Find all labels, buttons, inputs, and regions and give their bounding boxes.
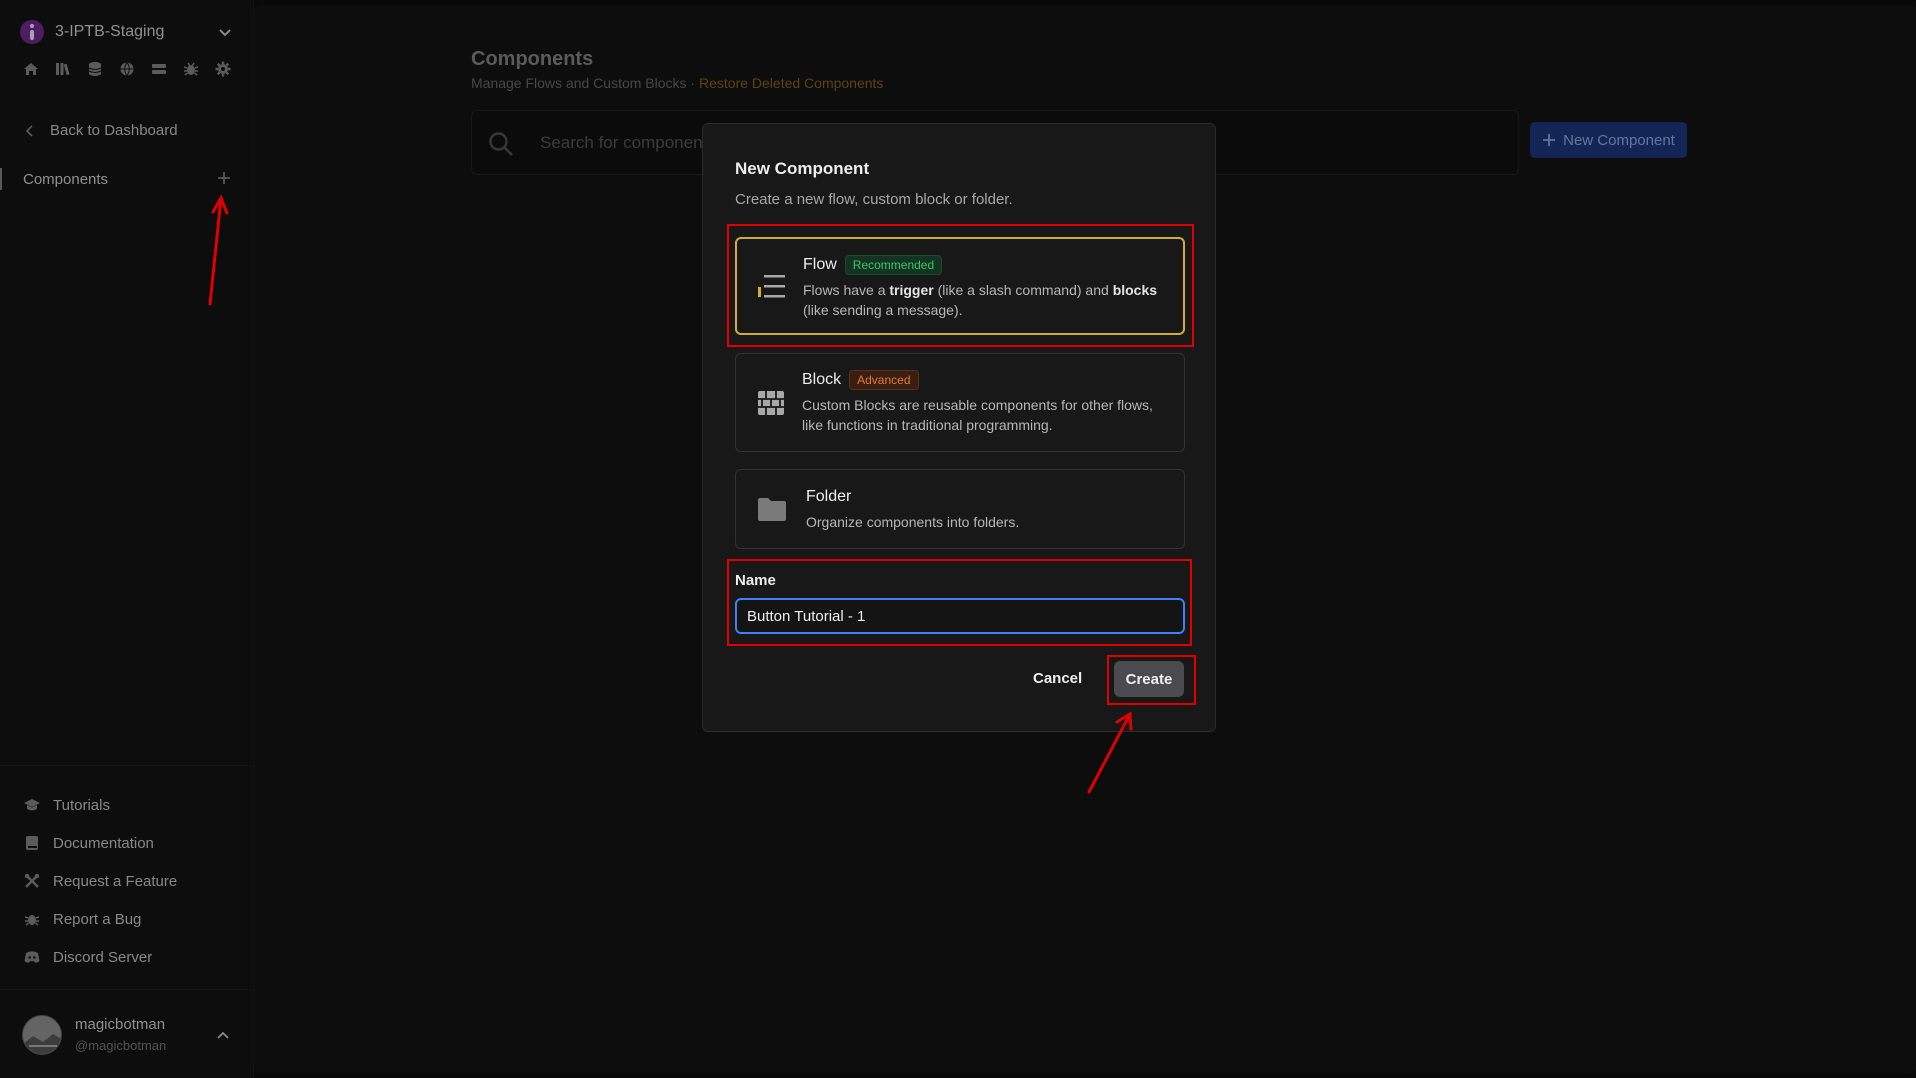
advanced-badge: Advanced bbox=[849, 370, 919, 390]
option-block[interactable]: Block Advanced Custom Blocks are reusabl… bbox=[735, 353, 1185, 452]
annotation-highlight-name bbox=[727, 559, 1192, 646]
option-name: Block bbox=[802, 371, 842, 388]
option-description: Organize components into folders. bbox=[806, 514, 1020, 530]
option-folder[interactable]: Folder Organize components into folders. bbox=[735, 469, 1185, 549]
option-name: Folder bbox=[806, 488, 852, 505]
annotation-highlight-create bbox=[1107, 655, 1196, 705]
folder-icon bbox=[758, 498, 786, 521]
dialog-description: Create a new flow, custom block or folde… bbox=[735, 191, 1013, 208]
annotation-highlight-flow bbox=[727, 224, 1194, 347]
option-description: Custom Blocks are reusable components fo… bbox=[802, 397, 1153, 433]
cancel-button[interactable]: Cancel bbox=[1033, 670, 1082, 687]
dialog-title: New Component bbox=[735, 159, 870, 178]
brick-wall-icon bbox=[758, 391, 784, 415]
